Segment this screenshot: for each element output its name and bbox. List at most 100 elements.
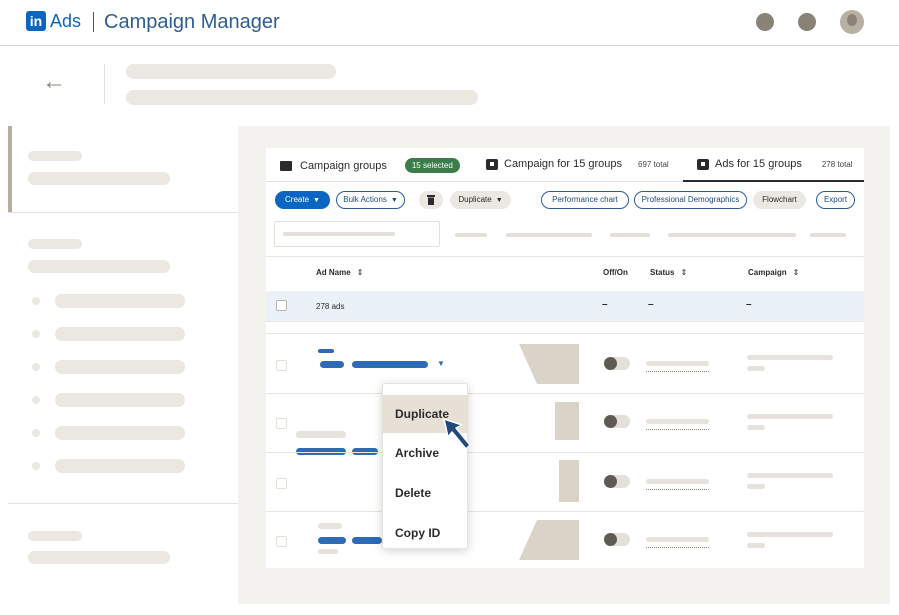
logo-ads-text[interactable]: Ads xyxy=(50,11,81,31)
filter-placeholder[interactable] xyxy=(610,233,650,237)
list-bullet-icon xyxy=(32,429,40,437)
sort-icon: ⇕ xyxy=(356,268,364,277)
list-bullet-icon xyxy=(32,462,40,470)
sidebar-item-placeholder[interactable] xyxy=(55,393,185,407)
ad-toggle[interactable] xyxy=(604,475,630,488)
row-checkbox[interactable] xyxy=(276,536,287,547)
sidebar-placeholder xyxy=(28,151,82,161)
chevron-down-icon[interactable]: ▼ xyxy=(437,359,445,368)
sidebar-item-placeholder[interactable] xyxy=(55,327,185,341)
page-title-placeholder xyxy=(126,90,478,105)
campaign-placeholder xyxy=(747,414,833,419)
campaign-placeholder xyxy=(747,473,833,478)
filter-placeholder[interactable] xyxy=(810,233,846,237)
back-arrow-icon[interactable]: ← xyxy=(42,70,66,94)
ad-name-placeholder[interactable] xyxy=(352,361,428,368)
ad-name-placeholder xyxy=(296,431,346,438)
tab-ads[interactable]: Ads for 15 groups 278 total xyxy=(697,158,853,170)
ad-toggle[interactable] xyxy=(604,357,630,370)
sidebar-active-indicator xyxy=(8,126,12,212)
duplicate-button[interactable]: Duplicate ▼ xyxy=(450,191,511,209)
filter-placeholder[interactable] xyxy=(506,233,592,237)
sidebar-item-placeholder[interactable] xyxy=(55,426,185,440)
performance-chart-button[interactable]: Performance chart xyxy=(541,191,629,209)
column-header-status[interactable]: Status ⇕ xyxy=(650,268,687,277)
list-bullet-icon xyxy=(32,297,40,305)
status-value: – xyxy=(648,299,654,310)
ad-toggle[interactable] xyxy=(604,415,630,428)
sidebar-item-placeholder[interactable] xyxy=(55,360,185,374)
row-divider xyxy=(266,256,864,257)
ad-name-placeholder xyxy=(318,549,338,554)
trash-icon xyxy=(427,195,435,205)
bulk-actions-label: Bulk Actions xyxy=(343,195,387,204)
delete-button[interactable] xyxy=(419,191,443,209)
menu-icon[interactable] xyxy=(798,13,816,31)
search-input[interactable] xyxy=(274,221,440,247)
top-header: in Ads Campaign Manager xyxy=(0,0,899,46)
status-underline xyxy=(646,489,709,490)
tab-campaigns[interactable]: Campaign for 15 groups 697 total xyxy=(486,158,669,170)
sidebar-item-placeholder[interactable] xyxy=(28,260,170,273)
campaign-placeholder xyxy=(747,484,765,489)
bulk-actions-button[interactable]: Bulk Actions ▼ xyxy=(336,191,405,209)
row-checkbox[interactable] xyxy=(276,418,287,429)
status-underline xyxy=(646,429,709,430)
campaign-icon xyxy=(486,158,498,170)
filter-placeholder[interactable] xyxy=(668,233,796,237)
tab-count: 697 total xyxy=(638,159,669,169)
create-label: Create xyxy=(285,195,310,204)
tab-campaign-groups[interactable]: Campaign groups 15 selected xyxy=(280,158,460,173)
sort-icon: ⇕ xyxy=(792,268,800,277)
column-label: Ad Name xyxy=(316,268,351,277)
status-placeholder xyxy=(646,419,709,424)
row-divider xyxy=(266,452,864,453)
sort-icon: ⇕ xyxy=(680,268,688,277)
tab-label: Campaign for 15 groups xyxy=(504,158,623,170)
flowchart-button[interactable]: Flowchart xyxy=(753,191,806,209)
column-header-off-on[interactable]: Off/On xyxy=(603,268,628,277)
campaign-manager-page: in Ads Campaign Manager ← Campaign group… xyxy=(0,0,899,615)
avatar[interactable] xyxy=(840,10,864,34)
ads-icon xyxy=(697,158,709,170)
sidebar-item-placeholder[interactable] xyxy=(55,294,185,308)
campaign-placeholder xyxy=(747,355,833,360)
selected-badge: 15 selected xyxy=(404,158,460,173)
ad-toggle[interactable] xyxy=(604,533,630,546)
campaign-placeholder xyxy=(747,543,765,548)
list-bullet-icon xyxy=(32,396,40,404)
create-button[interactable]: Create ▼ xyxy=(275,191,330,209)
linkedin-logo-icon[interactable]: in xyxy=(26,11,46,31)
chevron-down-icon: ▼ xyxy=(495,197,503,204)
select-all-checkbox[interactable] xyxy=(276,300,287,311)
row-divider xyxy=(266,321,864,322)
menu-item-copy-id[interactable]: Copy ID xyxy=(382,514,468,552)
row-checkbox[interactable] xyxy=(276,478,287,489)
notification-icon[interactable] xyxy=(756,13,774,31)
ad-name-placeholder[interactable] xyxy=(352,537,382,544)
search-placeholder xyxy=(283,232,395,236)
row-checkbox[interactable] xyxy=(276,360,287,371)
export-button[interactable]: Export xyxy=(816,191,855,209)
tab-label: Campaign groups xyxy=(300,159,387,172)
sidebar-divider xyxy=(8,212,238,213)
list-bullet-icon xyxy=(32,330,40,338)
column-header-campaign[interactable]: Campaign ⇕ xyxy=(748,268,799,277)
column-label: Status xyxy=(650,268,675,277)
folder-icon xyxy=(280,160,292,171)
sidebar-item-placeholder[interactable] xyxy=(28,551,170,564)
status-placeholder xyxy=(646,361,709,366)
row-divider xyxy=(266,393,864,394)
sidebar-divider xyxy=(8,503,238,504)
menu-item-delete[interactable]: Delete xyxy=(382,474,468,512)
sidebar-item-placeholder[interactable] xyxy=(55,459,185,473)
sidebar-item-placeholder[interactable] xyxy=(28,172,170,185)
status-underline xyxy=(646,547,709,548)
column-header-ad-name[interactable]: Ad Name ⇕ xyxy=(316,268,363,277)
chevron-down-icon: ▼ xyxy=(390,197,398,204)
filter-placeholder[interactable] xyxy=(455,233,487,237)
professional-demographics-button[interactable]: Professional Demographics xyxy=(634,191,747,209)
sidebar-section-placeholder xyxy=(28,239,82,249)
column-label: Campaign xyxy=(748,268,787,277)
tab-count: 278 total xyxy=(821,159,853,169)
